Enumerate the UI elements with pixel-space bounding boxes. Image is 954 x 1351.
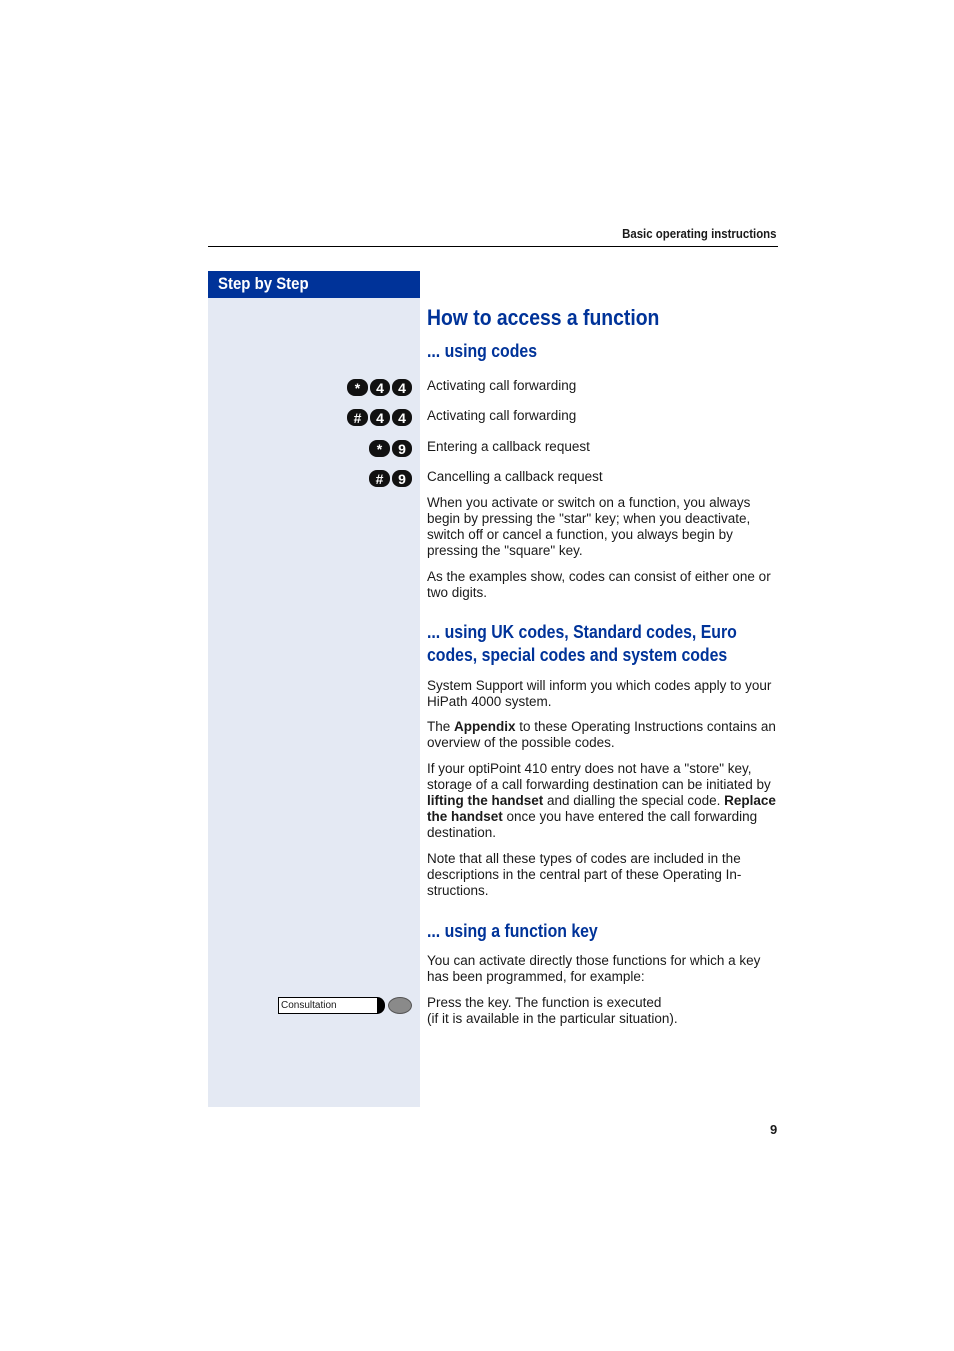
star-key-icon: * [369, 440, 390, 457]
heading-line: ... using UK codes, Standard codes, Euro [427, 622, 737, 642]
key-sequence-star-4-4: * 4 4 [347, 379, 412, 396]
digit-4-key-icon: 4 [392, 409, 412, 426]
paragraph-function-key: You can activate directly those function… [427, 953, 761, 984]
paragraph-appendix: The Appendix to these Operating Instruct… [427, 719, 777, 751]
paragraph-system-support: System Support will inform you which cod… [427, 678, 772, 709]
section-heading-function-key: ... using a function key [427, 921, 598, 941]
page-title: How to access a function [427, 305, 660, 330]
step-text: (if it is available in the particular si… [427, 1011, 678, 1026]
key-label-tab [377, 997, 385, 1014]
key-sequence-hash-9: # 9 [369, 470, 412, 487]
digit-4-key-icon: 4 [370, 409, 390, 426]
heading-line: codes, special codes and system codes [427, 645, 728, 665]
digit-4-key-icon: 4 [370, 379, 390, 396]
star-key-icon: * [347, 379, 368, 396]
step-by-step-header: Step by Step [208, 271, 420, 298]
step-by-step-label: Step by Step [218, 274, 309, 293]
digit-9-key-icon: 9 [392, 440, 412, 457]
hash-key-icon: # [347, 409, 368, 426]
running-header: Basic operating instructions [622, 226, 777, 241]
key-button-icon[interactable] [388, 997, 412, 1014]
paragraph-note: Note that all these types of codes are i… [427, 851, 742, 898]
code-description: Cancelling a callback request [427, 469, 603, 484]
bold-lift-handset: lifting the handset [427, 793, 544, 808]
consultation-function-key[interactable]: Consultation [278, 997, 412, 1014]
page-number: 9 [770, 1122, 778, 1137]
header-divider [208, 246, 778, 247]
function-key-step: Press the key. The function is executed … [427, 995, 777, 1027]
section-heading-uk-codes: ... using UK codes, Standard codes, Euro… [427, 621, 737, 667]
paragraph-star-square: When you activate or switch on a functio… [427, 495, 751, 558]
paragraph-store-key: If your optiPoint 410 entry does not hav… [427, 761, 777, 841]
key-sequence-hash-4-4: # 4 4 [347, 409, 412, 426]
appendix-ref: Appendix [454, 719, 516, 734]
paragraph-code-digits: As the examples show, codes can consist … [427, 569, 771, 600]
code-description: Activating call forwarding [427, 408, 577, 423]
text: If your optiPoint 410 entry does not hav… [427, 761, 771, 792]
code-description: Entering a callback request [427, 439, 590, 454]
digit-9-key-icon: 9 [392, 470, 412, 487]
function-key-label: Consultation [278, 997, 378, 1014]
key-sequence-star-9: * 9 [369, 440, 412, 457]
text: and dialling the special code. [543, 793, 725, 808]
step-text: Press the key. The function is executed [427, 995, 662, 1010]
hash-key-icon: # [369, 470, 390, 487]
digit-4-key-icon: 4 [392, 379, 412, 396]
section-heading-codes: ... using codes [427, 341, 538, 361]
code-description: Activating call forwarding [427, 378, 577, 393]
text: The [427, 719, 455, 734]
step-by-step-column [208, 271, 420, 1107]
